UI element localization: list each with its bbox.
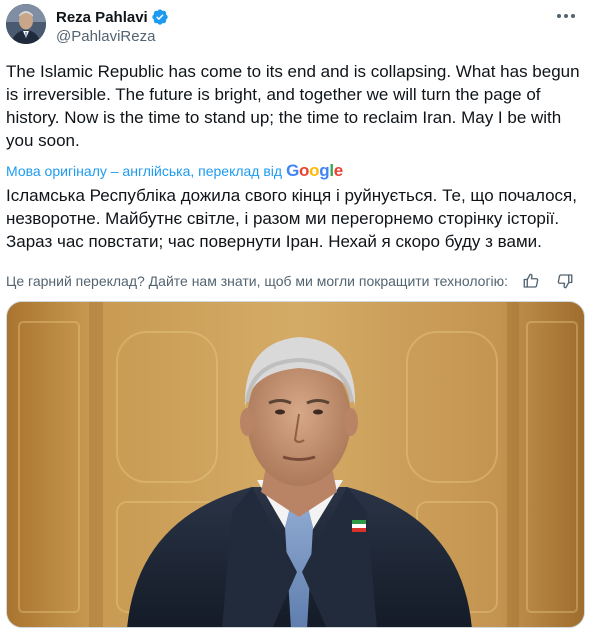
google-logo: Google bbox=[286, 161, 343, 180]
avatar[interactable] bbox=[6, 4, 46, 44]
translation-label: Мова оригіналу – англійська, переклад ві… bbox=[6, 163, 283, 179]
feedback-question: Це гарний переклад? Дайте нам знати, щоб… bbox=[6, 273, 509, 289]
tweet-header: Reza Pahlavi @PahlaviReza bbox=[6, 4, 582, 48]
tweet-media-image[interactable] bbox=[6, 301, 585, 628]
translation-feedback: Це гарний переклад? Дайте нам знати, щоб… bbox=[6, 271, 582, 291]
tweet-text-original: The Islamic Republic has come to its end… bbox=[6, 62, 580, 150]
author-handle[interactable]: @PahlaviReza bbox=[56, 28, 169, 45]
thumbs-up-icon[interactable] bbox=[520, 271, 542, 291]
verified-badge-icon[interactable] bbox=[151, 8, 169, 26]
more-options-icon[interactable] bbox=[554, 6, 578, 26]
author-display-name[interactable]: Reza Pahlavi bbox=[56, 9, 148, 26]
thumbs-down-icon[interactable] bbox=[554, 271, 576, 291]
tweet-text-translated: Ісламська Республіка дожила свого кінця … bbox=[6, 186, 577, 251]
author-names: Reza Pahlavi @PahlaviReza bbox=[56, 7, 169, 45]
tweet-card: Reza Pahlavi @PahlaviReza The Islamic Re… bbox=[0, 0, 590, 633]
translation-attribution[interactable]: Мова оригіналу – англійська, переклад ві… bbox=[6, 161, 343, 180]
